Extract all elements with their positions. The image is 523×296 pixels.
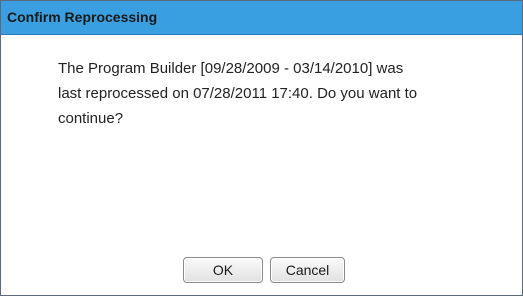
dialog-message: The Program Builder [09/28/2009 - 03/14/… — [58, 56, 498, 131]
dialog-title: Confirm Reprocessing — [7, 9, 158, 25]
ok-button[interactable]: OK — [183, 257, 263, 283]
dialog-titlebar[interactable]: Confirm Reprocessing — [1, 1, 522, 35]
cancel-button[interactable]: Cancel — [270, 257, 345, 283]
message-line: last reprocessed on 07/28/2011 17:40. Do… — [58, 85, 418, 102]
message-line: continue? — [58, 110, 124, 127]
confirm-reprocessing-dialog: Confirm Reprocessing The Program Builder… — [0, 0, 523, 296]
message-line: The Program Builder [09/28/2009 - 03/14/… — [58, 60, 404, 77]
